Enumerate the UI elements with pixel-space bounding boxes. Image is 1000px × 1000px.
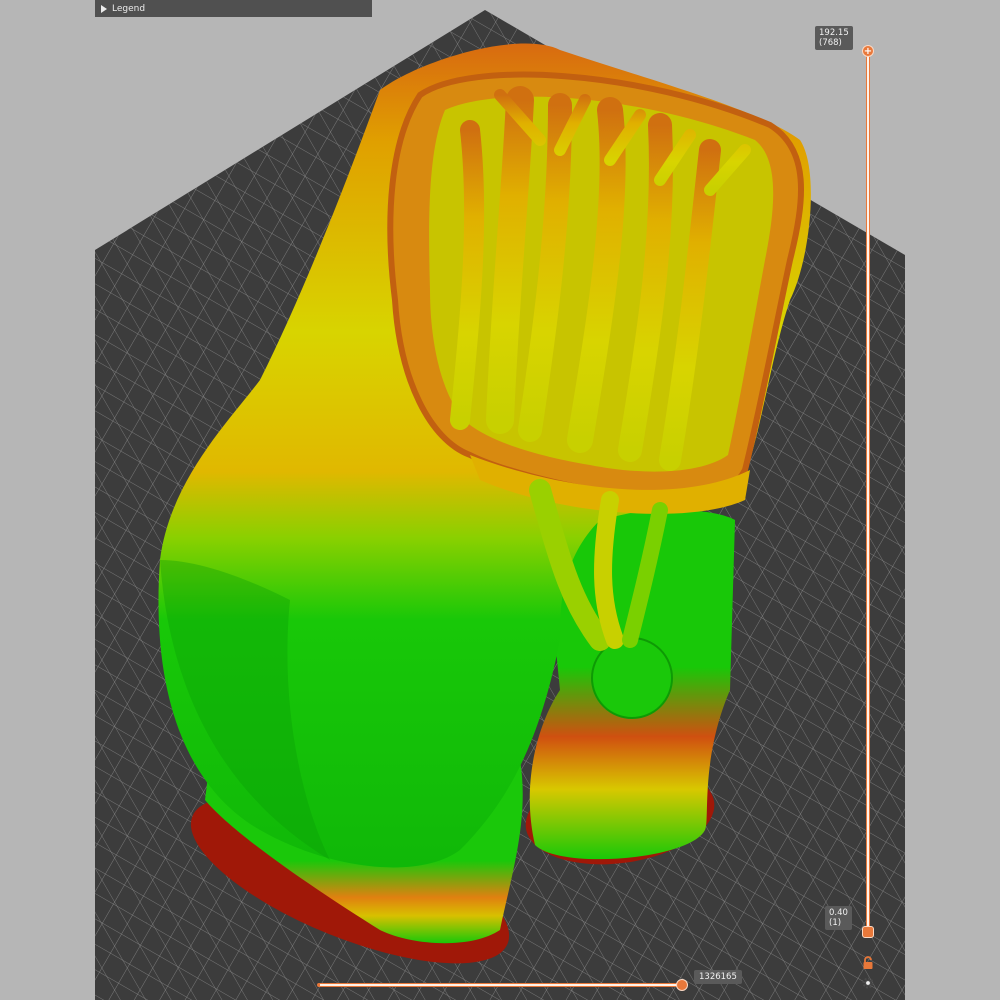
plus-icon: +: [863, 45, 873, 57]
layer-top-height: 192.15: [819, 28, 849, 38]
layer-bottom-number: (1): [829, 918, 842, 928]
cog-icon[interactable]: [861, 976, 875, 990]
layer-top-number: (768): [819, 38, 842, 48]
layer-bottom-handle[interactable]: [862, 926, 874, 938]
move-slider-fill: [320, 984, 678, 986]
legend-toggle[interactable]: Legend: [95, 0, 372, 17]
layer-bottom-label: 0.40 (1): [825, 906, 852, 930]
layer-slider-fill: [867, 56, 869, 928]
move-slider-value: 1326165: [694, 970, 742, 984]
triangle-right-icon: [101, 4, 107, 13]
3d-preview-viewport[interactable]: [0, 0, 1000, 1000]
layer-bottom-height: 0.40: [829, 908, 848, 918]
move-slider-handle[interactable]: [676, 979, 688, 991]
layer-top-label: 192.15 (768): [815, 26, 853, 50]
lock-icon[interactable]: [861, 956, 875, 970]
legend-label: Legend: [112, 3, 146, 14]
layer-top-handle[interactable]: +: [862, 45, 874, 57]
